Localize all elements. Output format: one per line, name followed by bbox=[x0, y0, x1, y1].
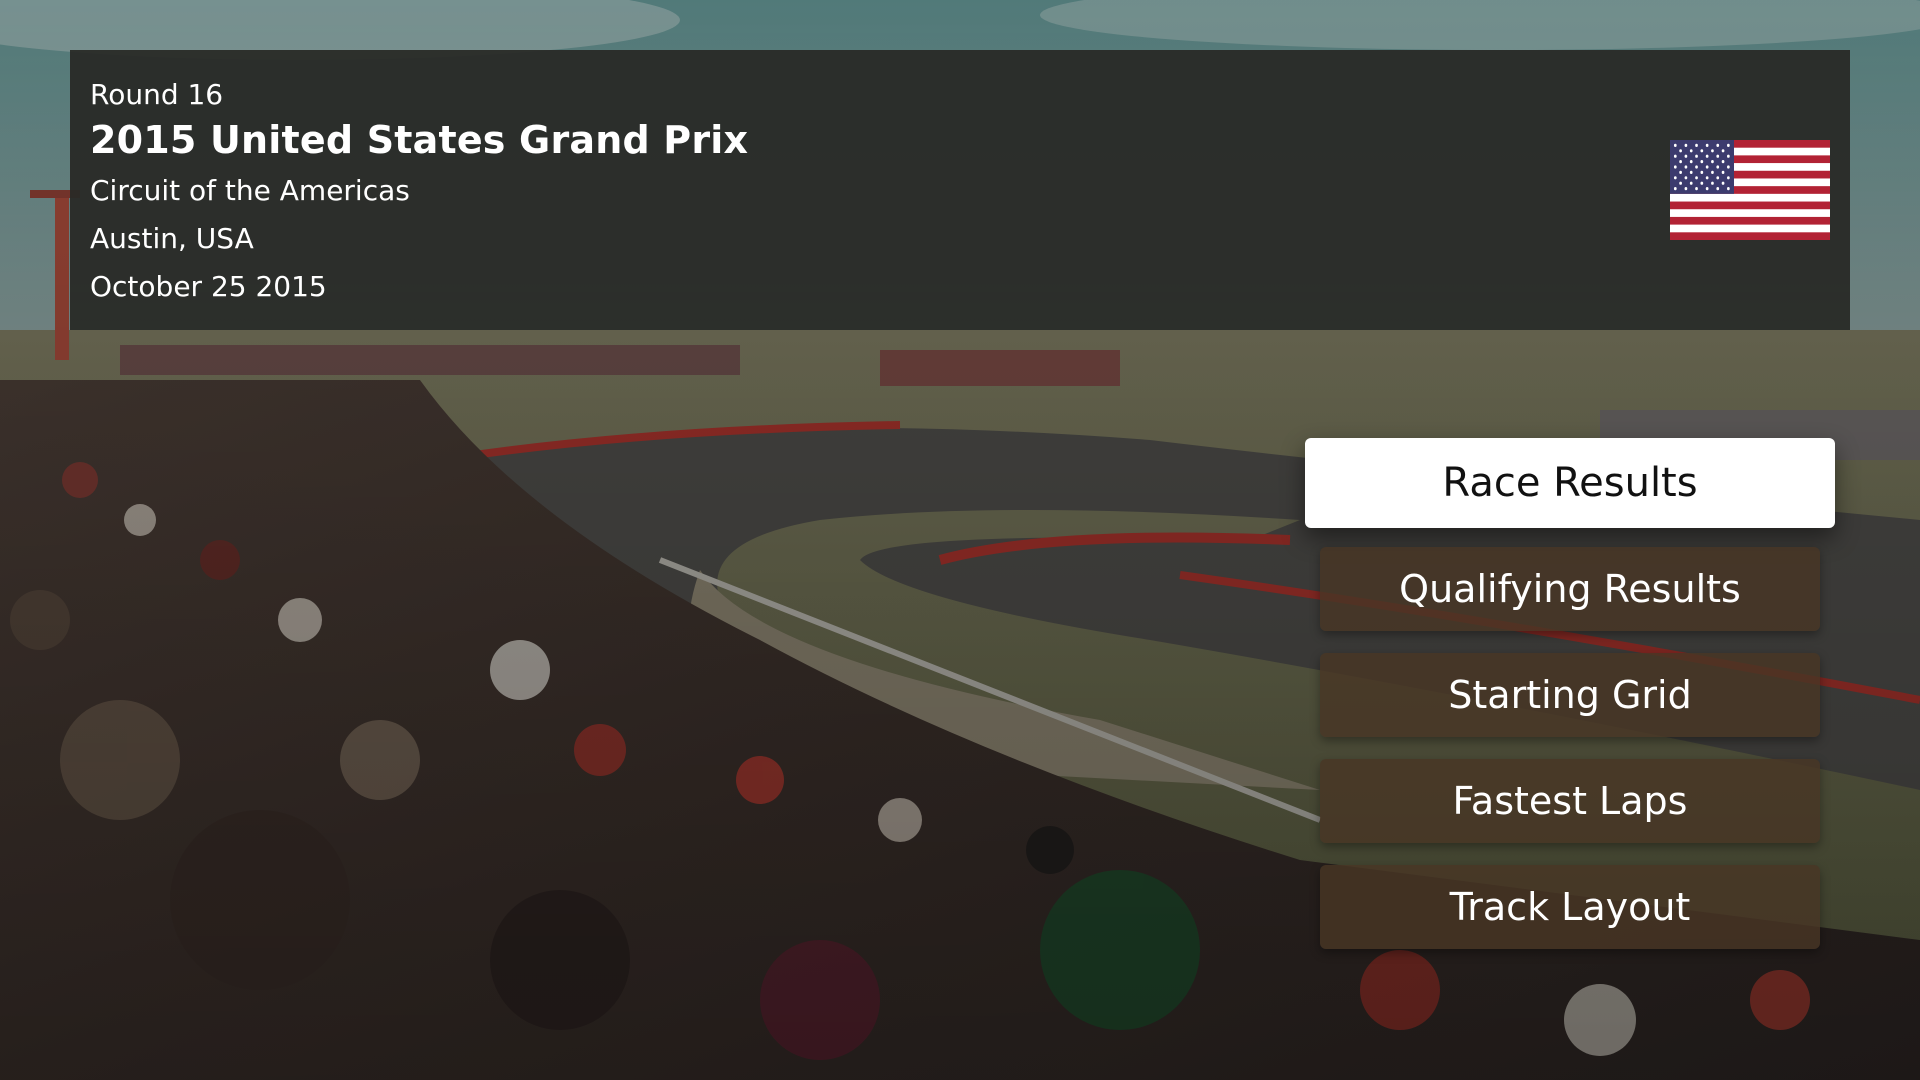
us-flag-icon bbox=[1670, 140, 1830, 240]
app-screen: Round 16 2015 United States Grand Prix C… bbox=[0, 0, 1920, 1080]
track-layout-button[interactable]: Track Layout bbox=[1320, 865, 1820, 949]
race-location: Austin, USA bbox=[90, 222, 254, 255]
race-title: 2015 United States Grand Prix bbox=[90, 118, 749, 162]
starting-grid-button[interactable]: Starting Grid bbox=[1320, 653, 1820, 737]
race-info-panel: Round 16 2015 United States Grand Prix C… bbox=[70, 50, 1850, 330]
race-date: October 25 2015 bbox=[90, 270, 327, 303]
round-label: Round 16 bbox=[90, 78, 224, 111]
circuit-name: Circuit of the Americas bbox=[90, 174, 410, 207]
fastest-laps-button[interactable]: Fastest Laps bbox=[1320, 759, 1820, 843]
qualifying-results-button[interactable]: Qualifying Results bbox=[1320, 547, 1820, 631]
race-results-button[interactable]: Race Results bbox=[1305, 438, 1835, 528]
